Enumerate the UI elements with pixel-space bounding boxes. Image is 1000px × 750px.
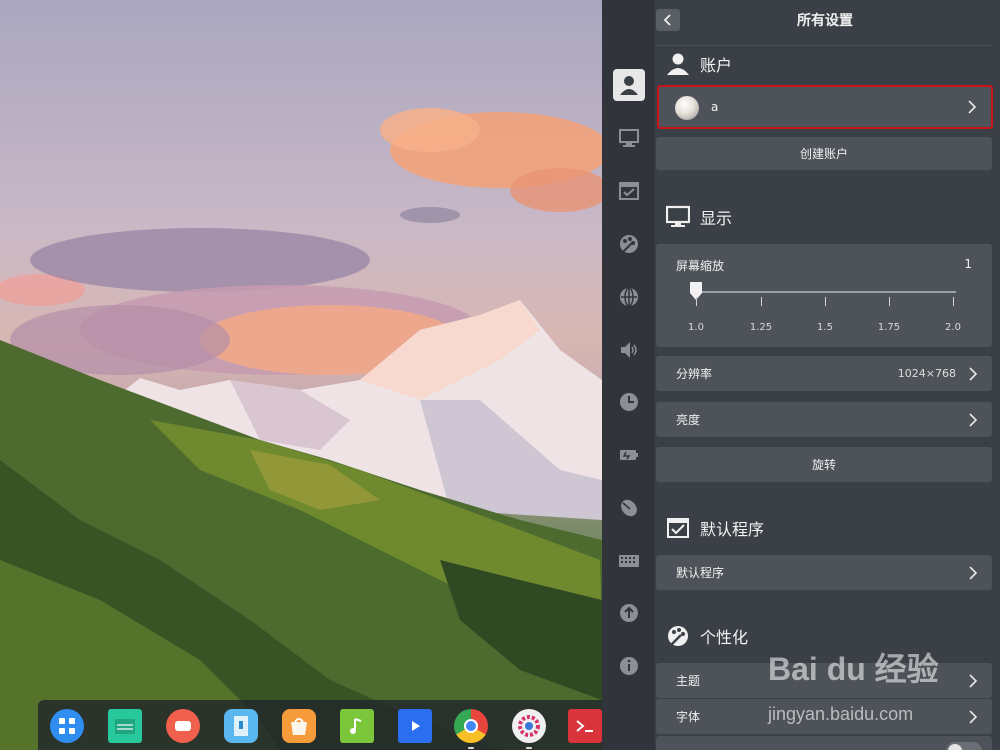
font-row[interactable]: 字体 <box>656 699 992 734</box>
slider-tick-label: 1.75 <box>877 322 901 333</box>
slider-tick-label: 1.0 <box>688 322 704 333</box>
chevron-left-icon <box>663 14 671 26</box>
slider-tick <box>696 297 697 306</box>
running-indicator <box>468 747 474 749</box>
create-account-button[interactable]: 创建账户 <box>656 137 992 170</box>
account-icon[interactable] <box>613 69 645 101</box>
launcher-icon[interactable] <box>50 709 84 743</box>
default-apps-icon[interactable] <box>613 175 645 207</box>
brightness-row[interactable]: 亮度 <box>656 402 992 437</box>
divider <box>656 45 992 46</box>
slider-tick <box>761 297 762 306</box>
create-account-label: 创建账户 <box>799 147 848 161</box>
resolution-row[interactable]: 分辨率 1024×768 <box>656 356 992 391</box>
slider-tick-label: 1.25 <box>749 322 773 333</box>
user-name: a <box>711 100 719 114</box>
resolution-value: 1024×768 <box>897 367 956 380</box>
slider-tick <box>825 297 826 306</box>
network-icon[interactable] <box>613 281 645 313</box>
back-button[interactable] <box>656 9 680 31</box>
rotate-label: 旋转 <box>811 458 836 472</box>
section-title-account: 账户 <box>666 52 732 76</box>
default-apps-icon <box>667 518 689 538</box>
keyboard-icon[interactable] <box>613 545 645 577</box>
video-recorder-icon[interactable] <box>166 709 200 743</box>
default-apps-label: 默认程序 <box>676 566 725 580</box>
resolution-label: 分辨率 <box>676 367 713 381</box>
settings-sidebar <box>602 0 655 750</box>
window-effect-row[interactable] <box>656 736 992 750</box>
brightness-label: 亮度 <box>676 413 701 427</box>
avatar <box>675 96 699 120</box>
slider-tick-label: 1.5 <box>817 322 833 333</box>
slider-tick <box>889 297 890 306</box>
screen-scale-card: 屏幕缩放 1 1.0 1.25 1.5 1.75 2.0 <box>656 244 992 347</box>
chevron-right-icon <box>968 100 977 114</box>
font-label: 字体 <box>676 710 701 724</box>
personalization-icon[interactable] <box>613 228 645 260</box>
chevron-right-icon <box>969 366 978 381</box>
default-apps-row[interactable]: 默认程序 <box>656 555 992 590</box>
terminal-icon[interactable] <box>568 709 602 743</box>
section-label: 个性化 <box>700 628 749 647</box>
personalization-icon <box>668 626 688 647</box>
scale-slider-track[interactable] <box>696 291 956 293</box>
theme-row[interactable]: 主题 <box>656 663 992 698</box>
update-icon[interactable] <box>613 597 645 629</box>
account-icon <box>667 53 689 75</box>
slider-tick-label: 2.0 <box>945 322 961 333</box>
section-title-personalization: 个性化 <box>666 624 748 648</box>
app-store-icon[interactable] <box>282 709 316 743</box>
theme-label: 主题 <box>676 674 701 688</box>
chevron-right-icon <box>969 709 978 724</box>
display-icon[interactable] <box>613 122 645 154</box>
screen-scale-label: 屏幕缩放 <box>676 259 725 273</box>
movie-player-icon[interactable] <box>398 709 432 743</box>
power-icon[interactable] <box>613 439 645 471</box>
chevron-right-icon <box>969 412 978 427</box>
chevron-right-icon <box>969 565 978 580</box>
account-user-row[interactable]: a <box>657 85 993 129</box>
window-effect-toggle[interactable] <box>946 742 982 750</box>
screen-scale-value: 1 <box>964 257 972 271</box>
section-label: 显示 <box>700 209 733 228</box>
music-icon[interactable] <box>340 709 374 743</box>
sound-icon[interactable] <box>613 334 645 366</box>
section-label: 默认程序 <box>700 520 765 539</box>
section-title-display: 显示 <box>666 205 732 229</box>
slider-tick <box>953 297 954 306</box>
chrome-icon[interactable] <box>454 709 488 743</box>
archive-manager-icon[interactable] <box>224 709 258 743</box>
info-icon[interactable] <box>613 650 645 682</box>
dock <box>38 700 602 750</box>
file-manager-icon[interactable] <box>108 709 142 743</box>
chevron-right-icon <box>969 673 978 688</box>
time-icon[interactable] <box>613 386 645 418</box>
section-label: 账户 <box>700 56 733 75</box>
mouse-icon[interactable] <box>613 492 645 524</box>
desktop-wallpaper <box>0 0 602 750</box>
rotate-button[interactable]: 旋转 <box>656 447 992 482</box>
display-icon <box>666 205 690 227</box>
settings-icon[interactable] <box>512 709 546 743</box>
page-title: 所有设置 <box>797 13 853 29</box>
running-indicator <box>526 747 532 749</box>
section-title-default-apps: 默认程序 <box>666 516 764 540</box>
mountain-landscape-image <box>0 108 602 750</box>
